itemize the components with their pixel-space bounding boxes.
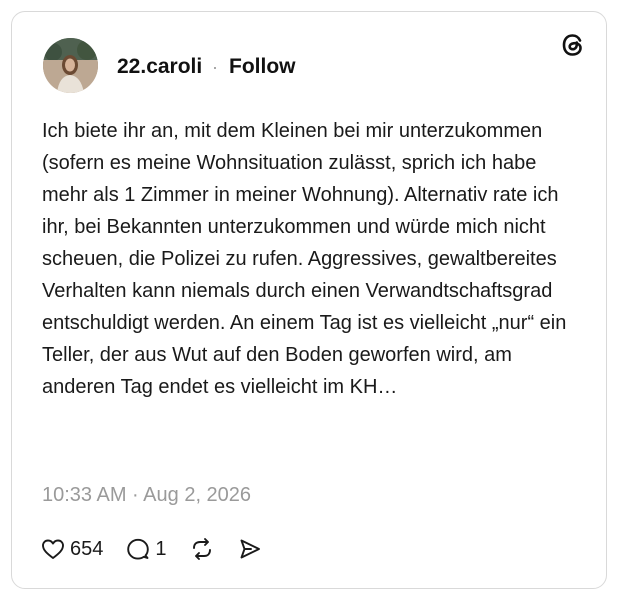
repost-icon bbox=[192, 538, 211, 560]
action-bar: 654 1 bbox=[40, 535, 263, 563]
separator-dot: · bbox=[212, 57, 218, 77]
threads-logo-icon[interactable] bbox=[558, 30, 588, 60]
comment-icon bbox=[127, 538, 150, 560]
share-button[interactable] bbox=[237, 536, 263, 562]
avatar[interactable] bbox=[43, 38, 98, 93]
username[interactable]: 22.caroli bbox=[117, 55, 202, 79]
follow-button[interactable]: Follow bbox=[229, 55, 296, 79]
reply-count: 1 bbox=[155, 537, 167, 560]
like-button[interactable]: 654 bbox=[40, 536, 103, 562]
post-timestamp[interactable]: 10:33 AM · Aug 2, 2026 bbox=[42, 482, 251, 508]
send-icon bbox=[240, 539, 260, 559]
heart-icon bbox=[42, 539, 64, 559]
like-count: 654 bbox=[70, 537, 104, 560]
avatar-photo bbox=[43, 38, 98, 93]
post-card: 22.caroli · Follow Ich biete ihr an, mit… bbox=[11, 11, 607, 589]
post-text: Ich biete ihr an, mit dem Kleinen bei mi… bbox=[42, 120, 567, 398]
reply-button[interactable]: 1 bbox=[125, 536, 167, 562]
repost-button[interactable] bbox=[189, 536, 215, 562]
